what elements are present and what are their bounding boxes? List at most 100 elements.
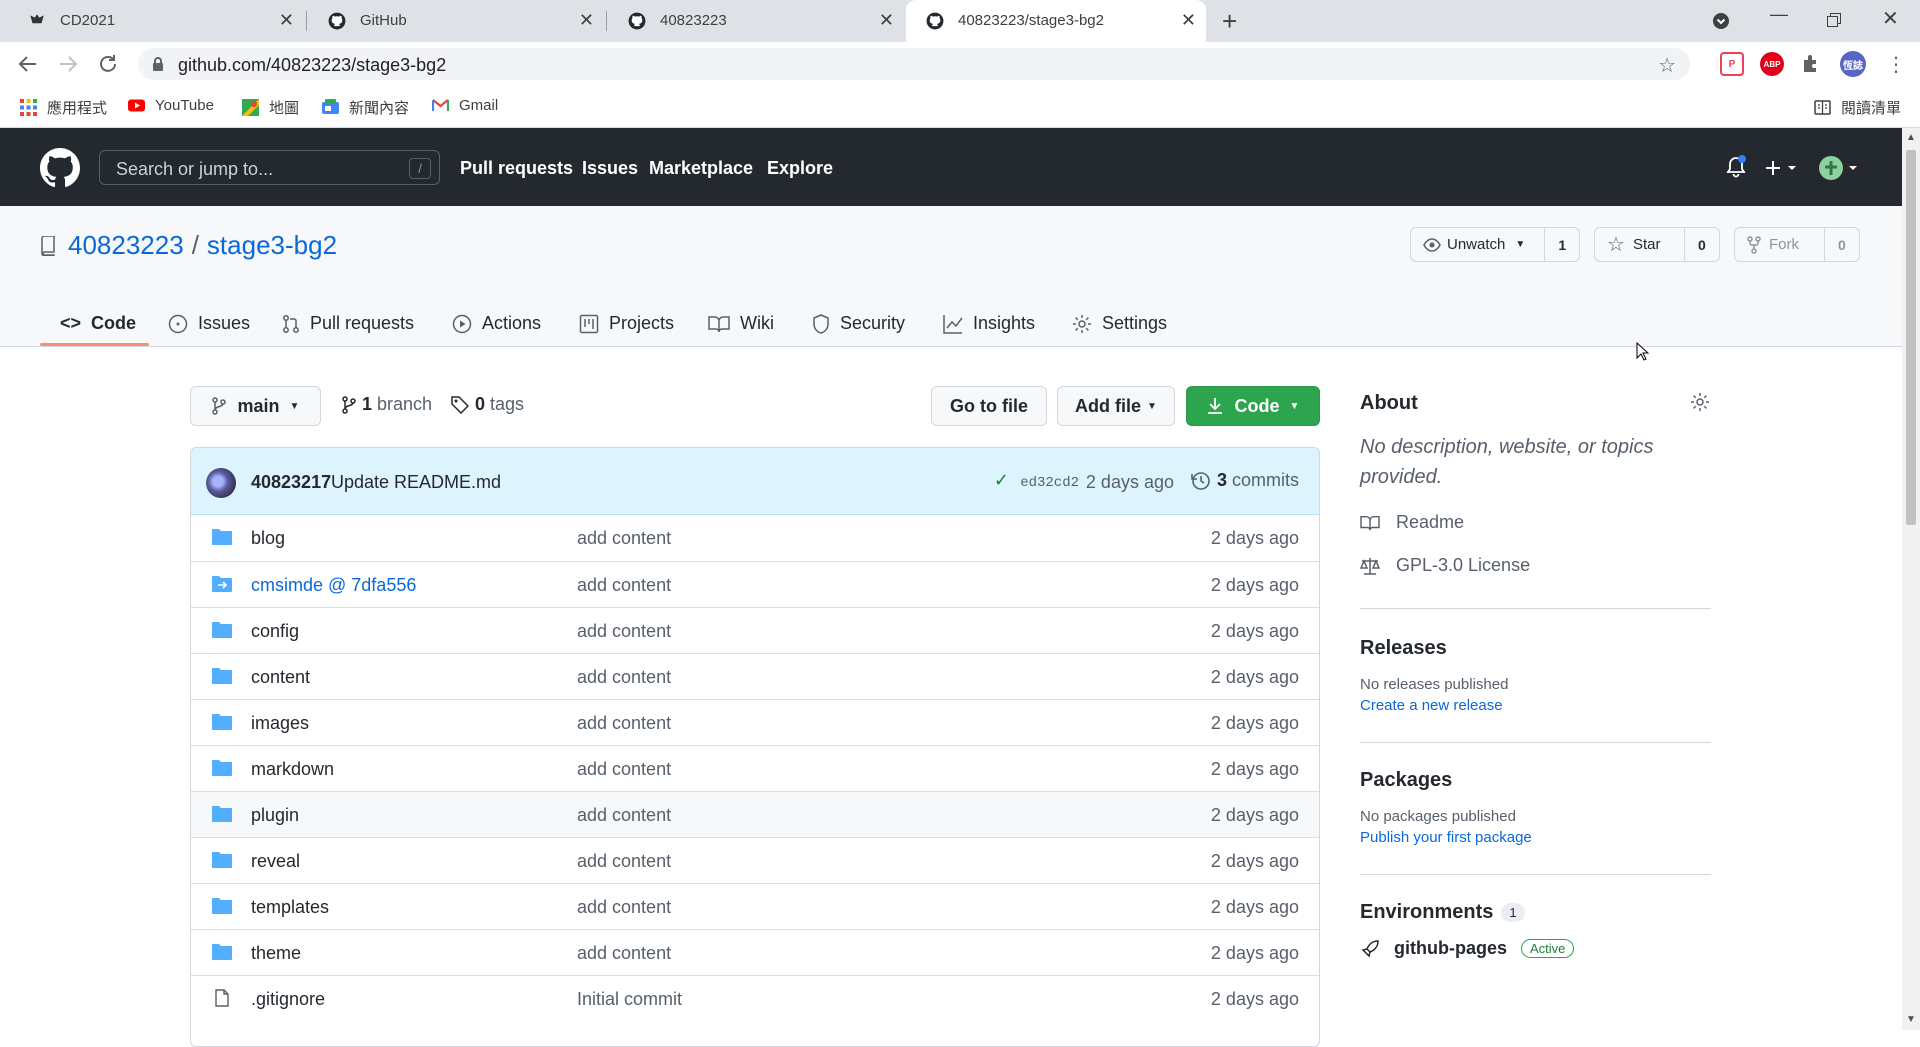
nav-marketplace[interactable]: Marketplace (649, 158, 753, 179)
file-commit-message[interactable]: Initial commit (577, 989, 682, 1010)
browser-tab-stage3-bg2[interactable]: 40823223/stage3-bg2 ✕ (906, 0, 1206, 42)
avatar[interactable] (206, 468, 236, 498)
commit-message[interactable]: Update README.md (331, 472, 501, 493)
file-commit-message[interactable]: add content (577, 713, 671, 734)
tab-code[interactable]: <> Code (60, 300, 136, 347)
reload-icon[interactable] (96, 52, 120, 76)
reading-list[interactable]: 閱讀清單 (1814, 97, 1901, 118)
table-row[interactable]: config add content 2 days ago (191, 607, 1319, 653)
fork-button[interactable]: Fork 0 (1734, 227, 1860, 262)
file-name-link[interactable]: cmsimde @ 7dfa556 (251, 575, 416, 596)
bookmark-gmail[interactable]: Gmail (432, 97, 498, 114)
create-release-link[interactable]: Create a new release (1360, 697, 1711, 714)
tab-close-icon[interactable]: ✕ (579, 10, 594, 30)
branches-link[interactable]: 1 branch (342, 394, 432, 415)
notifications-bell-icon[interactable] (1725, 155, 1747, 179)
restore-window-icon[interactable] (1826, 12, 1842, 28)
file-name-link[interactable]: templates (251, 897, 329, 918)
releases-title[interactable]: Releases (1360, 637, 1711, 660)
extensions-puzzle-icon[interactable] (1800, 52, 1824, 76)
file-name-link[interactable]: .gitignore (251, 989, 325, 1010)
file-name-link[interactable]: reveal (251, 851, 300, 872)
code-clone-button[interactable]: Code ▼ (1186, 386, 1320, 426)
commit-sha[interactable]: ed32cd2 (1020, 475, 1079, 491)
tab-close-icon[interactable]: ✕ (279, 10, 294, 30)
scroll-up-arrow-icon[interactable]: ▲ (1906, 132, 1916, 143)
environment-item[interactable]: github-pages Active (1360, 938, 1711, 959)
tab-close-icon[interactable]: ✕ (879, 10, 894, 30)
table-row[interactable]: cmsimde @ 7dfa556 add content 2 days ago (191, 561, 1319, 607)
table-row[interactable]: theme add content 2 days ago (191, 929, 1319, 975)
file-name-link[interactable]: content (251, 667, 310, 688)
commits-link[interactable]: 3 commits (1191, 470, 1299, 491)
bookmark-apps[interactable]: 應用程式 (20, 97, 107, 118)
file-commit-message[interactable]: add content (577, 667, 671, 688)
table-row[interactable]: markdown add content 2 days ago (191, 745, 1319, 791)
table-row[interactable]: reveal add content 2 days ago (191, 837, 1319, 883)
file-commit-message[interactable]: add content (577, 851, 671, 872)
github-logo-icon[interactable] (40, 148, 80, 188)
file-name-link[interactable]: markdown (251, 759, 334, 780)
repo-owner-link[interactable]: 40823223 (68, 230, 184, 261)
branch-select-button[interactable]: main ▼ (190, 386, 321, 426)
file-commit-message[interactable]: add content (577, 528, 671, 549)
table-row[interactable]: templates add content 2 days ago (191, 883, 1319, 929)
tab-wiki[interactable]: Wiki (708, 300, 774, 347)
file-commit-message[interactable]: add content (577, 897, 671, 918)
license-link[interactable]: GPL-3.0 License (1360, 555, 1711, 576)
pocket-extension-icon[interactable]: P (1720, 52, 1744, 76)
repo-name-link[interactable]: stage3-bg2 (207, 230, 337, 261)
environments-title[interactable]: Environments (1360, 901, 1493, 924)
file-name-link[interactable]: theme (251, 943, 301, 964)
nav-issues[interactable]: Issues (582, 158, 638, 179)
commit-author[interactable]: 40823217 (251, 472, 331, 493)
watch-button[interactable]: Unwatch ▼ 1 (1410, 227, 1580, 262)
create-new-plus-icon[interactable] (1764, 158, 1800, 178)
file-name-link[interactable]: blog (251, 528, 285, 549)
file-commit-message[interactable]: add content (577, 575, 671, 596)
scroll-down-arrow-icon[interactable]: ▼ (1906, 1014, 1916, 1025)
star-button[interactable]: ☆ Star 0 (1594, 227, 1720, 262)
tab-security[interactable]: Security (812, 300, 905, 347)
bookmark-youtube[interactable]: YouTube (128, 97, 214, 114)
file-commit-message[interactable]: add content (577, 759, 671, 780)
table-row[interactable]: images add content 2 days ago (191, 699, 1319, 745)
new-tab-button[interactable]: + (1222, 6, 1237, 37)
bookmark-star-icon[interactable]: ☆ (1658, 53, 1676, 78)
file-commit-message[interactable]: add content (577, 943, 671, 964)
page-scrollbar[interactable]: ▲ ▼ (1902, 128, 1920, 1030)
close-window-icon[interactable]: ✕ (1882, 6, 1899, 31)
minimize-window-icon[interactable]: — (1770, 4, 1788, 25)
bookmark-news[interactable]: 新聞內容 (322, 97, 409, 118)
fork-count[interactable]: 0 (1823, 228, 1859, 261)
table-row[interactable]: blog add content 2 days ago (191, 515, 1319, 561)
nav-pull-requests[interactable]: Pull requests (460, 158, 573, 179)
tab-issues[interactable]: Issues (168, 300, 250, 347)
tab-insights[interactable]: Insights (943, 300, 1035, 347)
browser-tab-github[interactable]: GitHub ✕ (308, 0, 604, 42)
check-icon[interactable]: ✓ (994, 470, 1009, 491)
add-file-button[interactable]: Add file ▼ (1057, 386, 1175, 426)
address-bar[interactable]: github.com/40823223/stage3-bg2 ☆ (138, 48, 1690, 80)
go-to-file-button[interactable]: Go to file (931, 386, 1047, 426)
publish-package-link[interactable]: Publish your first package (1360, 829, 1711, 846)
file-commit-message[interactable]: add content (577, 621, 671, 642)
readme-link[interactable]: Readme (1360, 512, 1711, 533)
tab-pull-requests[interactable]: Pull requests (282, 300, 414, 347)
browser-tab-40823223[interactable]: 40823223 ✕ (608, 0, 904, 42)
url-text[interactable]: github.com/40823223/stage3-bg2 (178, 55, 446, 76)
scrollbar-thumb[interactable] (1906, 150, 1916, 525)
file-name-link[interactable]: config (251, 621, 299, 642)
search-input[interactable]: Search or jump to... / (99, 150, 440, 185)
tab-settings[interactable]: Settings (1072, 300, 1167, 347)
forward-arrow-icon[interactable] (56, 52, 80, 76)
browser-menu-icon[interactable]: ⋮ (1886, 52, 1906, 77)
back-arrow-icon[interactable] (16, 52, 40, 76)
table-row[interactable]: plugin add content 2 days ago (191, 791, 1319, 837)
file-name-link[interactable]: images (251, 713, 309, 734)
adblock-extension-icon[interactable]: ABP (1760, 52, 1784, 76)
profile-avatar[interactable]: 恆誌 (1840, 51, 1866, 77)
tags-link[interactable]: 0 tags (451, 394, 524, 415)
tab-close-icon[interactable]: ✕ (1181, 10, 1196, 30)
nav-explore[interactable]: Explore (767, 158, 833, 179)
